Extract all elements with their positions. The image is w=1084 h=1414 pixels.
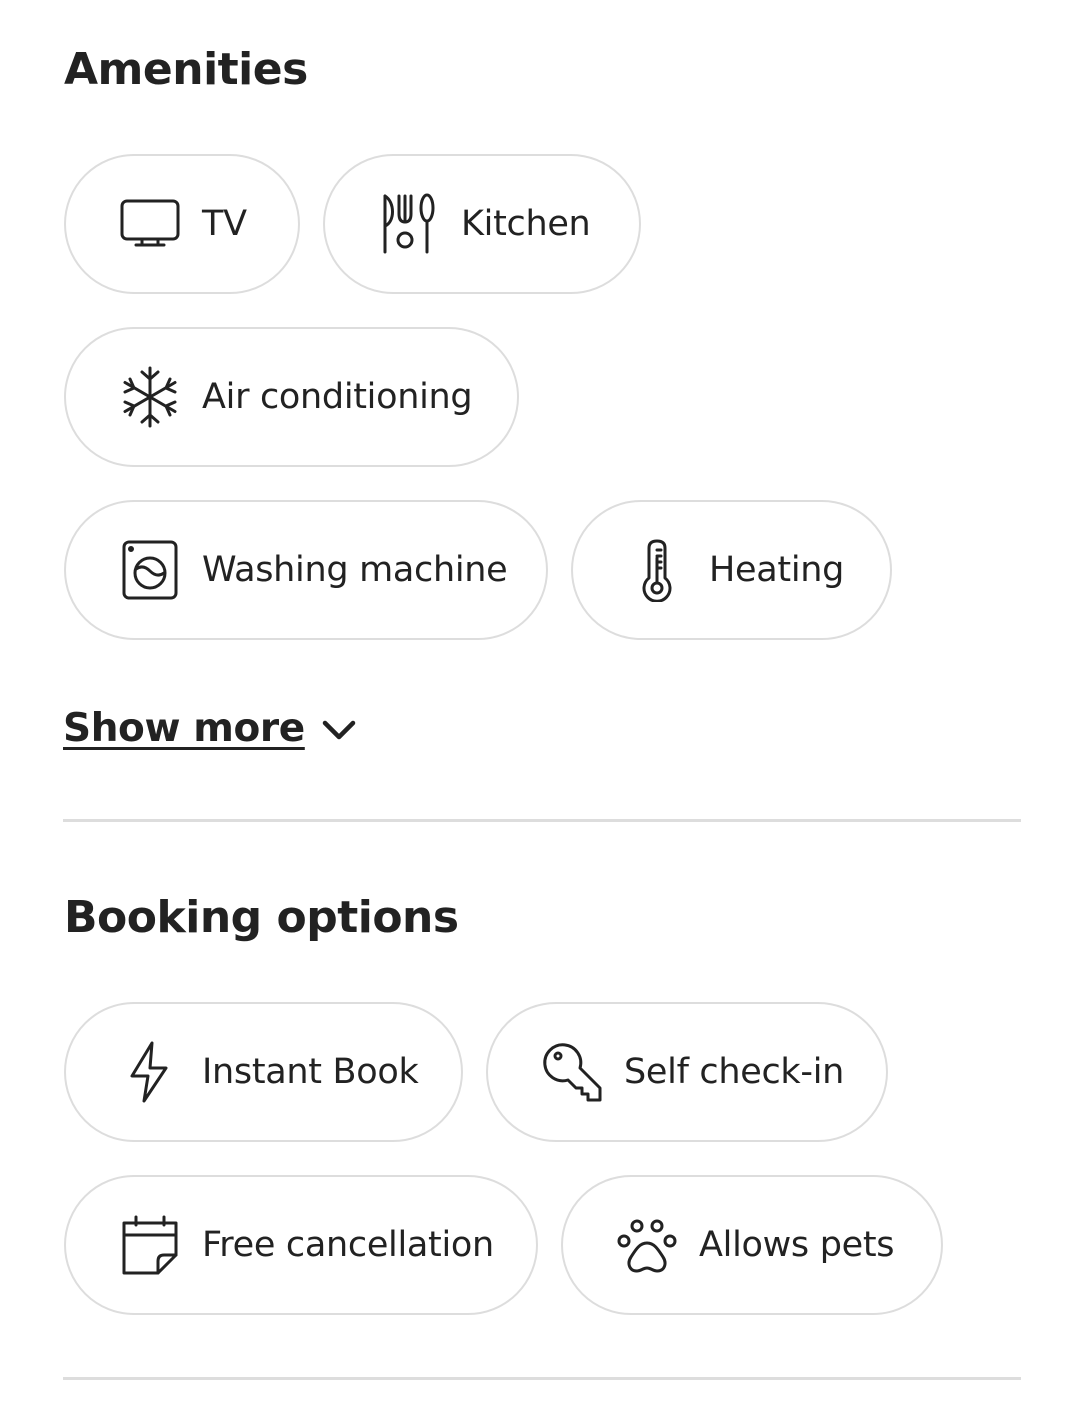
amenity-label: Heating — [709, 550, 845, 590]
amenity-filter-tv[interactable]: TV — [64, 154, 300, 294]
booking-filter-free-cancellation[interactable]: Free cancellation — [64, 1175, 538, 1315]
amenity-label: Washing machine — [202, 550, 508, 590]
amenity-filter-heating[interactable]: Heating — [571, 500, 892, 640]
booking-options-title: Booking options — [64, 892, 459, 943]
booking-label: Free cancellation — [202, 1225, 494, 1265]
booking-label: Allows pets — [699, 1225, 895, 1265]
amenity-label: Kitchen — [461, 204, 591, 244]
amenity-filter-air-conditioning[interactable]: Air conditioning — [64, 327, 519, 467]
amenity-label: TV — [202, 204, 247, 244]
snowflake-icon — [118, 365, 182, 429]
booking-filter-instant-book[interactable]: Instant Book — [64, 1002, 463, 1142]
booking-label: Self check-in — [624, 1052, 845, 1092]
chevron-down-icon — [319, 709, 359, 749]
amenity-filter-washing-machine[interactable]: Washing machine — [64, 500, 548, 640]
booking-filter-allows-pets[interactable]: Allows pets — [561, 1175, 943, 1315]
paw-icon — [615, 1213, 679, 1277]
lightning-bolt-icon — [118, 1040, 182, 1104]
washing-machine-icon — [118, 538, 182, 602]
show-more-label: Show more — [63, 706, 305, 751]
amenity-label: Air conditioning — [202, 377, 473, 417]
key-icon — [540, 1040, 604, 1104]
tv-icon — [118, 192, 182, 256]
kitchen-utensils-icon — [377, 192, 441, 256]
booking-filter-self-check-in[interactable]: Self check-in — [486, 1002, 888, 1142]
calendar-icon — [118, 1213, 182, 1277]
thermometer-icon — [625, 538, 689, 602]
section-divider — [63, 819, 1021, 822]
amenity-filter-kitchen[interactable]: Kitchen — [323, 154, 641, 294]
section-divider — [63, 1377, 1021, 1380]
show-more-link[interactable]: Show more — [63, 706, 359, 751]
amenities-title: Amenities — [64, 44, 308, 95]
booking-label: Instant Book — [202, 1052, 419, 1092]
